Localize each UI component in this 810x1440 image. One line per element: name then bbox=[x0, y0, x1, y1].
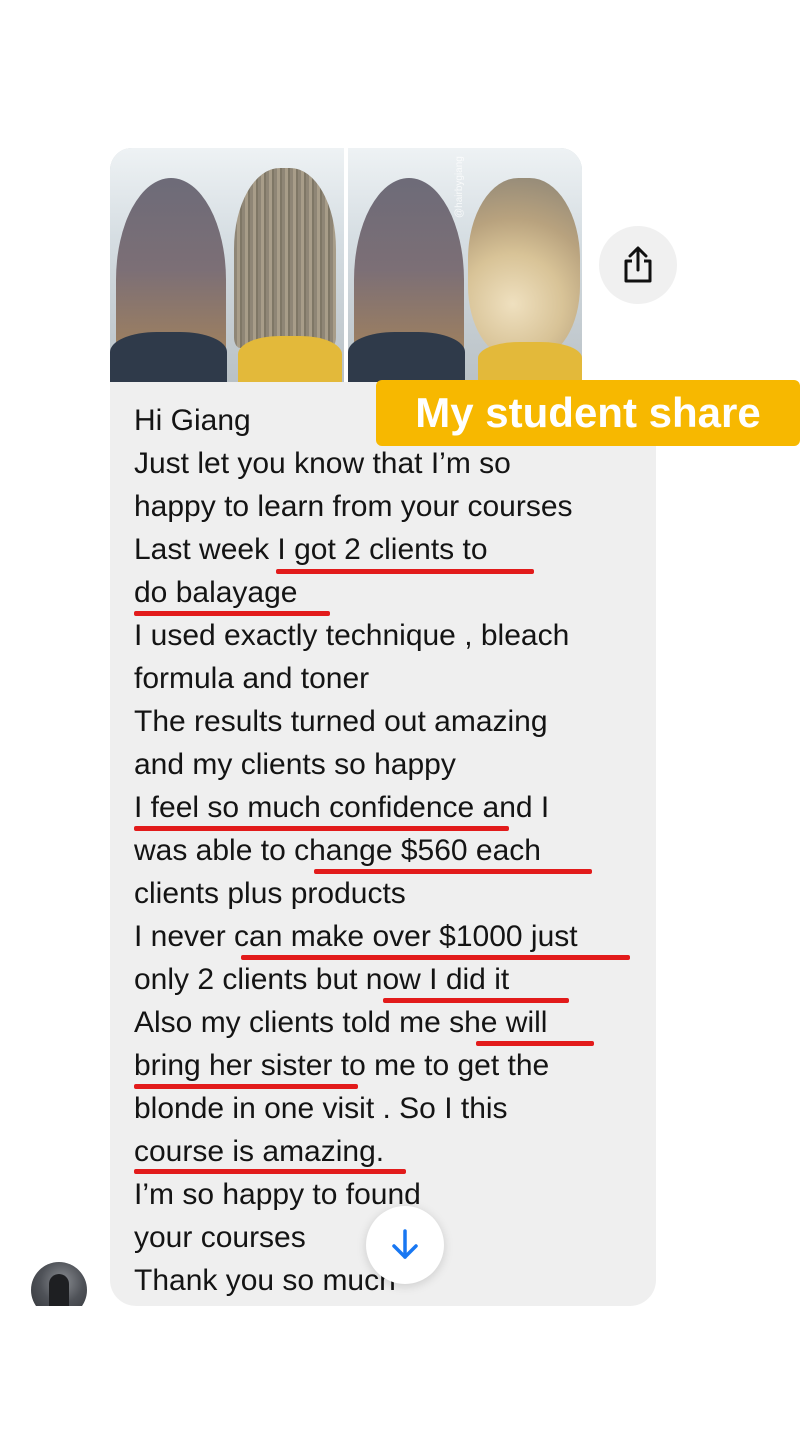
message-line: I feel so much confidence and I bbox=[134, 791, 550, 824]
share-button[interactable] bbox=[599, 226, 677, 304]
blank-footer bbox=[0, 1306, 810, 1440]
before-after-photo-curled[interactable]: @hairbygiang bbox=[348, 148, 582, 382]
red-underline bbox=[134, 611, 330, 616]
message-line: happy to learn from your courses bbox=[134, 490, 573, 523]
red-underline bbox=[314, 869, 592, 874]
message-line: formula and toner bbox=[134, 662, 370, 695]
overlay-label: My student share bbox=[376, 380, 800, 446]
arrow-down-icon bbox=[392, 1229, 418, 1259]
red-underline bbox=[134, 1169, 406, 1174]
before-after-photo-straight[interactable] bbox=[110, 148, 344, 382]
message-line: The results turned out amazing bbox=[134, 705, 548, 738]
message-line: was able to change $560 each bbox=[134, 834, 541, 867]
scroll-down-button[interactable] bbox=[366, 1206, 444, 1284]
red-underline bbox=[276, 569, 534, 574]
attached-photos[interactable]: @hairbygiang bbox=[110, 148, 582, 382]
message-line: I never can make over $1000 just bbox=[134, 920, 578, 953]
message-line: course is amazing. bbox=[134, 1135, 385, 1168]
red-underline bbox=[241, 955, 630, 960]
red-underline bbox=[134, 826, 509, 831]
message-line: and my clients so happy bbox=[134, 748, 456, 781]
message-text: Hi Giang Just let you know that I’m so h… bbox=[134, 399, 644, 1302]
share-icon bbox=[624, 246, 652, 283]
message-line: bring her sister to me to get the bbox=[134, 1049, 550, 1082]
message-line: Last week I got 2 clients to bbox=[134, 533, 488, 566]
message-line: Just let you know that I’m so bbox=[134, 447, 511, 480]
red-underline bbox=[383, 998, 569, 1003]
red-underline bbox=[134, 1084, 358, 1089]
message-line: clients plus products bbox=[134, 877, 406, 910]
message-line: do balayage bbox=[134, 576, 298, 609]
message-line: only 2 clients but now I did it bbox=[134, 963, 510, 996]
red-underline bbox=[476, 1041, 594, 1046]
message-line: Also my clients told me she will bbox=[134, 1006, 548, 1039]
message-line: blonde in one visit . So I this bbox=[134, 1092, 508, 1125]
photo-watermark: @hairbygiang bbox=[454, 156, 465, 218]
message-line: I used exactly technique , bleach bbox=[134, 619, 570, 652]
